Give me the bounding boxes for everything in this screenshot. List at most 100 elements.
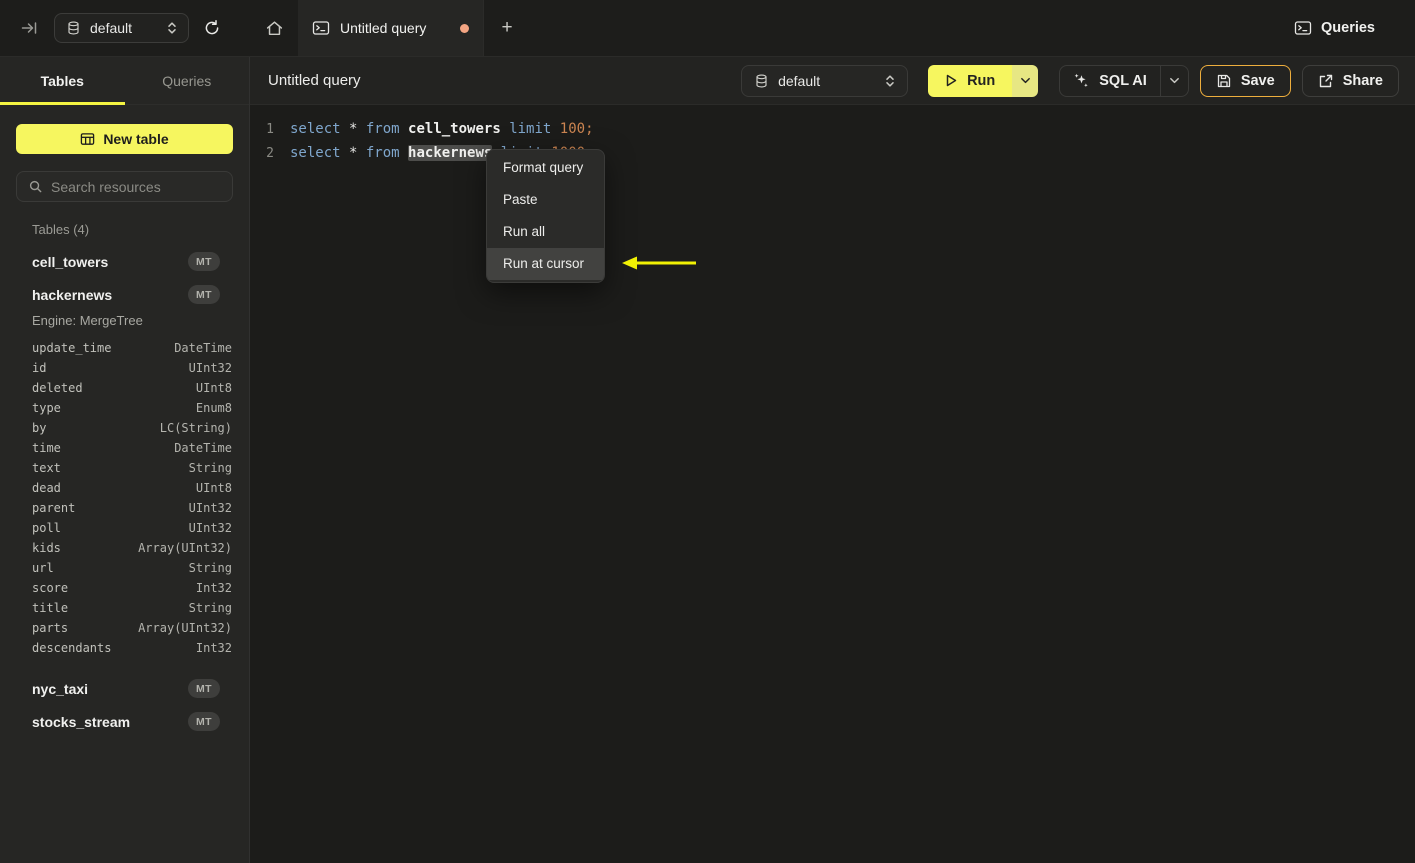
menu-item-run-at-cursor[interactable]: Run at cursor [487,248,604,280]
menu-item-format-query[interactable]: Format query [487,152,604,184]
database-selector-topbar[interactable]: default [54,13,189,43]
save-button[interactable]: Save [1199,64,1291,97]
column-name: dead [32,481,61,495]
editor-context-menu: Format query Paste Run all Run at cursor [486,149,605,283]
new-tab-button[interactable]: + [484,0,530,56]
sidebar-tabs: Tables Queries [0,57,249,105]
collapse-sidebar-icon[interactable] [20,19,38,37]
menu-item-paste[interactable]: Paste [487,184,604,216]
column-name: time [32,441,61,455]
queries-button[interactable]: Queries [1294,0,1375,56]
menu-item-run-all[interactable]: Run all [487,216,604,248]
database-icon [68,21,79,35]
terminal-icon [312,21,330,35]
save-icon [1217,74,1230,87]
column-type: Array(UInt32) [138,541,232,555]
column-row: score Int32 [0,578,249,598]
play-icon [946,74,957,87]
code-token: limit [509,121,552,137]
column-name: parts [32,621,69,635]
tab-untitled-query[interactable]: Untitled query [298,0,484,56]
sidebar-tab-tables[interactable]: Tables [0,57,125,104]
column-name: deleted [32,381,83,395]
code-token: cell_towers [408,121,501,137]
column-type: Int32 [195,581,232,595]
table-row-cell-towers[interactable]: cell_towers MT [0,245,249,278]
home-button[interactable] [250,0,298,56]
column-row: dead UInt8 [0,478,249,498]
query-toolbar: default Run SQL AI Save Share [741,64,1401,97]
table-row-hackernews[interactable]: hackernews MT [0,278,249,311]
refresh-icon[interactable] [203,19,221,37]
table-row-stocks-stream[interactable]: stocks_stream MT [0,705,249,738]
engine-badge: MT [188,252,220,271]
editor-line: 2select * from hackernews limit 1000 [250,141,1415,165]
sidebar-tab-queries[interactable]: Queries [125,57,250,104]
column-type: Array(UInt32) [138,621,232,635]
chevron-updown-icon [168,22,176,34]
tab-label: Untitled query [340,20,427,36]
code-token: select [290,145,341,161]
column-type: LC(String) [159,421,232,435]
column-name: update_time [32,341,112,355]
sql-editor[interactable]: 1 select * from cell_towers limit 100; 2 se… [250,105,1415,165]
column-name: poll [32,521,61,535]
column-type: UInt8 [195,381,232,395]
column-type: Int32 [195,641,232,655]
active-tab-underline [0,102,125,105]
main-content: Untitled query default Run SQL AI Save S… [250,57,1415,863]
share-button[interactable]: Share [1301,64,1399,97]
sql-ai-button[interactable]: SQL AI [1060,66,1160,96]
column-type: UInt32 [188,501,232,515]
column-name: kids [32,541,61,555]
chevron-down-icon [1169,77,1179,83]
column-type: UInt8 [195,481,232,495]
column-row: update_time DateTime [0,338,249,358]
database-selector-toolbar[interactable]: default [741,64,909,97]
table-name: hackernews [32,286,113,303]
run-options-button[interactable] [1012,64,1039,97]
sql-ai-options-button[interactable] [1161,66,1188,96]
code-token: from [365,145,400,161]
column-type: Enum8 [195,401,232,415]
code-token: select [290,121,341,137]
column-row: parent UInt32 [0,498,249,518]
column-name: parent [32,501,76,515]
code-token: * [340,121,366,137]
column-row: by LC(String) [0,418,249,438]
column-type: String [188,601,232,615]
column-row: time DateTime [0,438,249,458]
column-name: descendants [32,641,112,655]
query-header: Untitled query default Run SQL AI Save S… [250,57,1415,105]
column-name: score [32,581,69,595]
column-type: UInt32 [188,521,232,535]
engine-badge: MT [188,679,220,698]
sql-ai-label: SQL AI [1099,72,1147,89]
run-button[interactable]: Run [928,64,1013,97]
column-row: type Enum8 [0,398,249,418]
engine-label: Engine: MergeTree [32,313,143,328]
code-token: from [365,121,400,137]
table-name: nyc_taxi [32,680,89,697]
table-name: stocks_stream [32,713,131,730]
chevron-down-icon [1020,77,1030,83]
queries-button-label: Queries [1321,20,1375,36]
column-row: poll UInt32 [0,518,249,538]
editor-line: 1 select * from cell_towers limit 100; [250,117,1415,141]
column-name: url [32,561,54,575]
column-row: id UInt32 [0,358,249,378]
new-table-button[interactable]: New table [16,124,233,154]
search-input[interactable] [51,178,232,195]
table-row-nyc-taxi[interactable]: nyc_taxi MT [0,672,249,705]
topbar: default Untitled query + Queries [0,0,1415,57]
query-title: Untitled query [268,72,361,89]
run-button-group: Run [928,64,1039,97]
column-name: by [32,421,47,435]
hackernews-columns: update_time DateTime id UInt32 deleted UInt8 t… [0,338,249,658]
column-row: deleted UInt8 [0,378,249,398]
search-box [16,171,233,202]
